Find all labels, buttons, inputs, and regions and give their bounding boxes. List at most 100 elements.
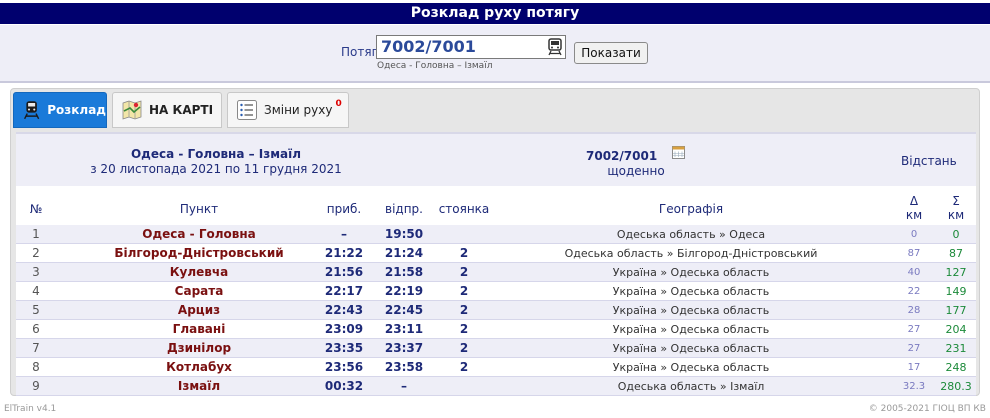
- arrival-time: 22:43: [324, 303, 364, 317]
- col-delta-unit: км: [905, 208, 923, 222]
- distance-sum: 127: [945, 266, 967, 279]
- row-num: 2: [32, 246, 40, 260]
- show-button[interactable]: Показати: [574, 42, 648, 64]
- halt-minutes: 2: [459, 284, 469, 298]
- distance-delta: 0: [910, 229, 918, 240]
- table-row: 8 Котлабух 23:56 23:58 2 Україна » Одесь…: [16, 358, 976, 377]
- stop-name[interactable]: Дзинілор: [84, 339, 314, 358]
- distance-delta: 28: [907, 305, 921, 316]
- distance-delta: 22: [907, 286, 921, 297]
- col-halt-header: стоянка: [438, 202, 490, 216]
- page-title: Розклад руху потягу: [0, 3, 990, 24]
- halt-minutes: 2: [459, 246, 469, 260]
- tab-map[interactable]: НА КАРТІ: [112, 92, 222, 128]
- departure-time: –: [401, 379, 407, 393]
- distance-sum: 0: [952, 228, 960, 241]
- stop-name[interactable]: Сарата: [84, 282, 314, 301]
- halt-minutes: 2: [459, 303, 469, 317]
- route-period: з 20 листопада 2021 по 11 грудня 2021: [90, 162, 342, 176]
- stop-name[interactable]: Білгород-Дністровський: [84, 244, 314, 263]
- geography: Україна » Одеська область: [612, 342, 770, 355]
- departure-time: 22:45: [384, 303, 424, 317]
- distance-sum: 87: [949, 247, 963, 260]
- table-row: 1 Одеса - Головна – 19:50 Одеська област…: [16, 225, 976, 244]
- stop-name[interactable]: Главані: [84, 320, 314, 339]
- distance-delta: 87: [907, 248, 921, 259]
- table-row: 2 Білгород-Дністровський 21:22 21:24 2 О…: [16, 244, 976, 263]
- table-row: 5 Арциз 22:43 22:45 2 Україна » Одеська …: [16, 301, 976, 320]
- distance-sum: 248: [945, 361, 967, 374]
- col-stop-header: Пункт: [179, 202, 219, 216]
- copyright: © 2005-2021 ГІОЦ ВП КВ: [868, 404, 986, 414]
- arrival-time: 23:09: [324, 322, 364, 336]
- train-icon: [24, 101, 40, 120]
- route-info-header: Одеса - Головна – Ізмаїл з 20 листопада …: [16, 134, 976, 186]
- map-icon: [122, 100, 142, 120]
- stop-name[interactable]: Котлабух: [84, 358, 314, 377]
- route-name: Одеса - Головна – Ізмаїл: [130, 147, 302, 161]
- arrival-time: 22:17: [324, 284, 364, 298]
- geography: Україна » Одеська область: [612, 266, 770, 279]
- row-num: 1: [32, 227, 40, 241]
- row-num: 7: [32, 341, 40, 355]
- calendar-icon[interactable]: [672, 146, 685, 159]
- arrival-time: 00:32: [324, 379, 364, 393]
- distance-delta: 40: [907, 267, 921, 278]
- table-row: 7 Дзинілор 23:35 23:37 2 Україна » Одесь…: [16, 339, 976, 358]
- departure-time: 19:50: [384, 227, 424, 241]
- halt-minutes: [436, 377, 492, 396]
- arrival-time: 21:22: [324, 246, 364, 260]
- arrival-time: 23:35: [324, 341, 364, 355]
- distance-sum: 149: [945, 285, 967, 298]
- distance-delta: 27: [907, 343, 921, 354]
- table-row: 9 Ізмаїл 00:32 – Одеська область » Ізмаї…: [16, 377, 976, 396]
- stop-name[interactable]: Арциз: [84, 301, 314, 320]
- train-label: Потяг: [341, 45, 378, 59]
- departure-time: 23:37: [384, 341, 424, 355]
- list-icon: [237, 100, 257, 120]
- row-num: 4: [32, 284, 40, 298]
- distance-delta: 17: [907, 362, 921, 373]
- geography: Україна » Одеська область: [612, 323, 770, 336]
- schedule-container: Розклад НА КАРТІ Зміни руху 0 Одеса - Го…: [10, 88, 980, 396]
- departure-time: 23:58: [384, 360, 424, 374]
- stop-name[interactable]: Ізмаїл: [84, 377, 314, 396]
- distance-sum: 204: [945, 323, 967, 336]
- geography: Україна » Одеська область: [612, 285, 770, 298]
- stop-name[interactable]: Кулевча: [84, 263, 314, 282]
- train-icon[interactable]: [547, 38, 563, 56]
- table-row: 4 Сарата 22:17 22:19 2 Україна » Одеська…: [16, 282, 976, 301]
- row-num: 8: [32, 360, 40, 374]
- col-num-header: №: [29, 202, 43, 216]
- arrival-time: –: [341, 227, 347, 241]
- distance-sum: 177: [945, 304, 967, 317]
- col-sum-unit: км: [947, 208, 965, 222]
- distance-sum: 231: [945, 342, 967, 355]
- arrival-time: 21:56: [324, 265, 364, 279]
- table-row: 3 Кулевча 21:56 21:58 2 Україна » Одеськ…: [16, 263, 976, 282]
- geography: Одеська область » Білгород-Дністровський: [564, 247, 818, 260]
- train-number-input[interactable]: 7002/7001: [376, 35, 566, 59]
- col-geo-header: Географія: [658, 202, 724, 216]
- col-departure-header: відпр.: [385, 202, 423, 216]
- train-number: 7002/7001: [586, 149, 658, 163]
- col-sum-symbol: Σ: [952, 194, 960, 208]
- row-num: 3: [32, 265, 40, 279]
- halt-minutes: [436, 225, 492, 244]
- route-hint: Одеса - Головна – Ізмаїл: [377, 61, 493, 71]
- halt-minutes: 2: [459, 265, 469, 279]
- distance-delta: 32.3: [902, 381, 926, 392]
- row-num: 5: [32, 303, 40, 317]
- geography: Україна » Одеська область: [612, 361, 770, 374]
- departure-time: 22:19: [384, 284, 424, 298]
- departure-time: 23:11: [384, 322, 424, 336]
- tab-map-label: НА КАРТІ: [149, 103, 214, 117]
- col-delta-symbol: Δ: [909, 194, 919, 208]
- app-version: ElTrain v4.1: [4, 404, 57, 414]
- departure-time: 21:24: [384, 246, 424, 260]
- stop-name[interactable]: Одеса - Головна: [84, 225, 314, 244]
- tab-schedule[interactable]: Розклад: [13, 92, 107, 128]
- schedule-panel: Одеса - Головна – Ізмаїл з 20 листопада …: [16, 132, 976, 396]
- tab-changes[interactable]: Зміни руху 0: [227, 92, 349, 128]
- geography: Одеська область » Одеса: [616, 228, 766, 241]
